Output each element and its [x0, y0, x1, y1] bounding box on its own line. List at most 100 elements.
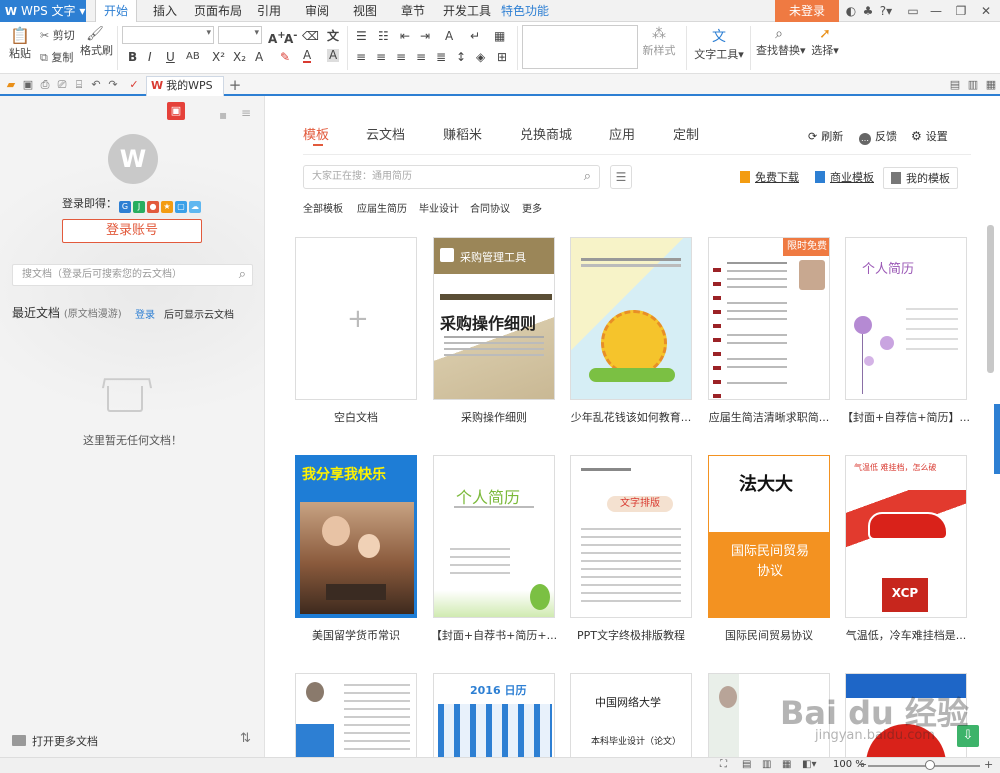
- help-icon[interactable]: ?▾: [877, 3, 895, 19]
- qq-icon[interactable]: ★: [161, 201, 173, 213]
- template-thumbnail[interactable]: 2016 日历: [433, 673, 555, 760]
- border-icon[interactable]: ⊞: [497, 49, 507, 65]
- print-icon[interactable]: ⎚: [55, 78, 69, 92]
- shrink-font-icon[interactable]: A-: [284, 28, 297, 47]
- doc-list-icon[interactable]: ▦: [984, 78, 998, 92]
- clear-format-icon[interactable]: ⌫: [302, 28, 319, 44]
- scrollbar[interactable]: [987, 225, 994, 373]
- tab-cloud-docs[interactable]: 云文档: [366, 124, 405, 143]
- tab-page-layout[interactable]: 页面布局: [193, 0, 243, 22]
- open-folder-icon[interactable]: ▰: [4, 78, 18, 92]
- free-download-link[interactable]: 免费下载: [740, 167, 799, 189]
- template-thumbnail[interactable]: 我分享我快乐: [295, 455, 417, 618]
- font-color-icon[interactable]: A: [303, 49, 312, 63]
- feedback-button[interactable]: … 反馈: [859, 128, 897, 145]
- side-panel-toggle[interactable]: [994, 404, 1000, 474]
- export-pdf-icon[interactable]: ⎙: [38, 78, 52, 92]
- zoom-slider[interactable]: [868, 765, 980, 767]
- distribute-icon[interactable]: ≣: [436, 49, 446, 65]
- pinyin-icon[interactable]: 文: [327, 28, 339, 44]
- select-button[interactable]: ➚ 选择▾: [810, 26, 840, 58]
- wechat-icon[interactable]: J: [133, 201, 145, 213]
- tab-view[interactable]: 视图: [348, 0, 382, 22]
- zoom-in-icon[interactable]: +: [984, 758, 993, 771]
- doc-search-input[interactable]: 搜文档（登录后可搜索您的云文档） ⌕: [12, 264, 253, 286]
- chinese-layout-icon[interactable]: A: [445, 28, 453, 44]
- message-icon[interactable]: ▪: [219, 108, 227, 122]
- fullscreen-icon[interactable]: ⛶: [720, 759, 727, 770]
- text-tools-button[interactable]: 文文字工具▾: [694, 26, 744, 62]
- number-list-icon[interactable]: ☷: [378, 28, 389, 44]
- login-status-button[interactable]: 未登录: [775, 0, 839, 22]
- superscript-icon[interactable]: X²: [212, 49, 225, 65]
- minimize-icon[interactable]: —: [928, 3, 944, 19]
- template-search-input[interactable]: 大家正在搜：通用简历 ⌕: [303, 165, 600, 189]
- tab-references[interactable]: 引用: [252, 0, 286, 22]
- category-all[interactable]: 全部模板: [303, 200, 343, 215]
- my-templates-button[interactable]: 我的模板: [883, 167, 958, 189]
- bold-icon[interactable]: B: [128, 49, 137, 65]
- avatar[interactable]: W: [108, 134, 158, 184]
- subscript-icon[interactable]: X₂: [233, 49, 246, 65]
- char-border-icon[interactable]: A: [327, 49, 340, 62]
- cut-button[interactable]: ✂ 剪切: [40, 27, 75, 43]
- tab-earn-rice[interactable]: 赚稻米: [443, 124, 482, 143]
- bullet-list-icon[interactable]: ☰: [356, 28, 367, 44]
- category-graduation-design[interactable]: 毕业设计: [419, 200, 459, 215]
- template-thumbnail[interactable]: [295, 673, 417, 760]
- template-thumbnail[interactable]: [570, 237, 692, 400]
- web-view-icon[interactable]: ▦: [782, 759, 791, 770]
- zoom-slider-handle[interactable]: [925, 760, 935, 770]
- tab-customize[interactable]: 定制: [673, 124, 699, 143]
- business-templates-link[interactable]: 商业模板: [815, 167, 874, 189]
- app-menu-button[interactable]: W WPS 文字 ▾: [0, 0, 86, 22]
- tab-templates[interactable]: 模板: [303, 124, 329, 143]
- new-tab-button[interactable]: +: [228, 78, 242, 93]
- tab-special-features[interactable]: 特色功能: [500, 0, 550, 22]
- template-thumbnail[interactable]: 中国网络大学 本科毕业设计（论文）: [570, 673, 692, 760]
- page-view-icon[interactable]: ▤: [742, 759, 751, 770]
- copy-button[interactable]: ⧉ 复制: [40, 49, 73, 65]
- menu-icon[interactable]: ≡: [241, 106, 251, 120]
- save-icon[interactable]: ▣: [21, 78, 35, 92]
- template-thumbnail[interactable]: 限时免费: [708, 237, 830, 400]
- search-icon[interactable]: ⌕: [584, 166, 591, 188]
- open-more-docs-button[interactable]: 打开更多文档: [12, 733, 98, 749]
- template-thumbnail[interactable]: 气温低 难挂档，怎么破 XCP: [845, 455, 967, 618]
- style-gallery[interactable]: [522, 25, 638, 69]
- italic-icon[interactable]: I: [148, 49, 152, 65]
- tab-my-wps[interactable]: W 我的WPS: [146, 76, 224, 96]
- search-icon[interactable]: ⌕: [239, 265, 246, 285]
- align-left-icon[interactable]: ≡: [356, 49, 366, 65]
- settings-button[interactable]: ⚙ 设置: [911, 128, 948, 144]
- restore-layout-icon[interactable]: ▭: [905, 3, 921, 19]
- redo-icon[interactable]: ↷: [106, 78, 120, 92]
- share-icon[interactable]: ▥: [966, 78, 980, 92]
- shading-icon[interactable]: ◈: [476, 49, 485, 65]
- google-icon[interactable]: G: [119, 201, 131, 213]
- read-mode-icon[interactable]: ◧▾: [802, 759, 816, 770]
- weibo-icon[interactable]: ●: [147, 201, 159, 213]
- paste-button[interactable]: 📋 粘贴: [8, 26, 32, 61]
- category-more[interactable]: 更多: [522, 200, 542, 215]
- mail-icon[interactable]: ▢: [175, 201, 187, 213]
- refresh-button[interactable]: ⟳ 刷新: [808, 128, 843, 144]
- tab-review[interactable]: 审阅: [300, 0, 334, 22]
- customize-quick-access-icon[interactable]: ✓: [127, 78, 141, 92]
- strikethrough-icon[interactable]: AB: [186, 49, 200, 65]
- new-style-button[interactable]: ⁂ 新样式: [642, 26, 676, 58]
- template-thumbnail[interactable]: 个人简历: [845, 237, 967, 400]
- shirt-icon[interactable]: ♣: [860, 3, 876, 19]
- template-thumbnail[interactable]: 个人简历: [433, 455, 555, 618]
- login-account-button[interactable]: 登录账号: [62, 219, 202, 243]
- font-size-select[interactable]: [218, 26, 262, 44]
- collapse-ribbon-icon[interactable]: ▤: [948, 78, 962, 92]
- font-family-select[interactable]: [122, 26, 214, 44]
- tab-exchange-mall[interactable]: 兑换商城: [520, 124, 572, 143]
- template-thumbnail[interactable]: 文字排版: [570, 455, 692, 618]
- tab-apps[interactable]: 应用: [609, 124, 635, 143]
- line-spacing-icon[interactable]: ↕: [456, 49, 466, 65]
- tab-chapter[interactable]: 章节: [396, 0, 430, 22]
- maximize-icon[interactable]: ❐: [953, 3, 969, 19]
- gift-icon[interactable]: ▣: [167, 102, 185, 120]
